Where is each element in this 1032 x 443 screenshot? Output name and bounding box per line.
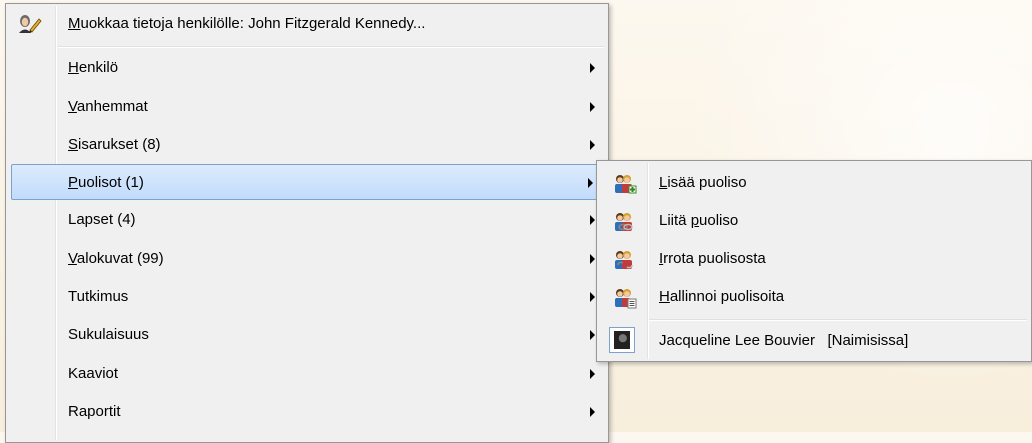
link-spouse-item[interactable]: Liitä puoliso — [599, 203, 1029, 239]
edit-person-label: Muokkaa tietoja henkilölle: John Fitzger… — [68, 15, 426, 32]
spouse-photo-thumbnail — [609, 327, 635, 353]
menu-separator — [649, 319, 1027, 321]
menu-item-label: Valokuvat (99) — [68, 250, 164, 267]
submenu-arrow-icon — [590, 102, 595, 112]
submenu-arrow-icon — [590, 140, 595, 150]
menu-item-label: Tutkimus — [68, 288, 129, 305]
menu-item-label: Vanhemmat — [68, 98, 148, 115]
submenu-arrow-icon — [590, 330, 595, 340]
menu-item-raportit[interactable]: Raportit — [8, 394, 606, 430]
menu-item-sisarukset[interactable]: Sisarukset (8) — [8, 127, 606, 163]
submenu-arrow-icon — [590, 254, 595, 264]
spouse-jacqueline-item[interactable]: Jacqueline Lee Bouvier [Naimisissa] — [599, 323, 1029, 359]
menu-item-sukulaisuus[interactable]: Sukulaisuus — [8, 317, 606, 353]
link-spouse-label: Liitä puoliso — [659, 212, 739, 229]
submenu-arrow-icon — [590, 292, 595, 302]
menu-item-label: Puolisot (1) — [68, 174, 144, 191]
edit-person-item[interactable]: Muokkaa tietoja henkilölle: John Fitzger… — [8, 6, 606, 42]
edit-person-icon — [18, 13, 42, 33]
spouse-name-label: Jacqueline Lee Bouvier [Naimisissa] — [659, 332, 909, 349]
menu-item-label: Kaaviot — [68, 365, 119, 382]
add-spouse-icon — [613, 173, 637, 194]
add-spouse-label: Lisää puoliso — [659, 174, 747, 191]
menu-item-label: Sukulaisuus — [68, 326, 149, 343]
menu-item-label: Henkilö — [68, 59, 119, 76]
menu-item-tutkimus[interactable]: Tutkimus — [8, 279, 606, 315]
submenu-arrow-icon — [590, 63, 595, 73]
unlink-spouse-icon — [613, 249, 635, 269]
submenu-arrow-icon — [590, 215, 595, 225]
add-spouse-item[interactable]: Lisää puoliso — [599, 165, 1029, 201]
manage-spouses-icon — [613, 287, 637, 309]
manage-spouses-item[interactable]: Hallinnoi puolisoita — [599, 279, 1029, 315]
menu-item-valokuvat[interactable]: Valokuvat (99) — [8, 241, 606, 277]
menu-item-puolisot[interactable]: Puolisot (1) — [11, 164, 603, 200]
unlink-spouse-label: Irrota puolisosta — [659, 250, 766, 267]
link-spouse-icon — [613, 211, 635, 231]
spouses-submenu: Lisää puoliso Liitä puoliso Irrota puoli… — [596, 160, 1032, 362]
menu-item-vanhemmat[interactable]: Vanhemmat — [8, 89, 606, 125]
menu-separator — [58, 46, 604, 48]
menu-item-henkilo[interactable]: Henkilö — [8, 50, 606, 86]
menu-item-label: Lapset (4) — [68, 211, 136, 228]
menu-item-label: Sisarukset (8) — [68, 136, 161, 153]
unlink-spouse-item[interactable]: Irrota puolisosta — [599, 241, 1029, 277]
spouse-status: [Naimisissa] — [827, 332, 909, 349]
menu-item-lapset[interactable]: Lapset (4) — [8, 202, 606, 238]
context-menu: Muokkaa tietoja henkilölle: John Fitzger… — [5, 3, 609, 443]
menu-item-label: Raportit — [68, 403, 121, 420]
submenu-arrow-icon — [588, 178, 593, 188]
menu-item-kaaviot[interactable]: Kaaviot — [8, 356, 606, 392]
manage-spouses-label: Hallinnoi puolisoita — [659, 288, 785, 305]
submenu-arrow-icon — [590, 369, 595, 379]
submenu-arrow-icon — [590, 407, 595, 417]
